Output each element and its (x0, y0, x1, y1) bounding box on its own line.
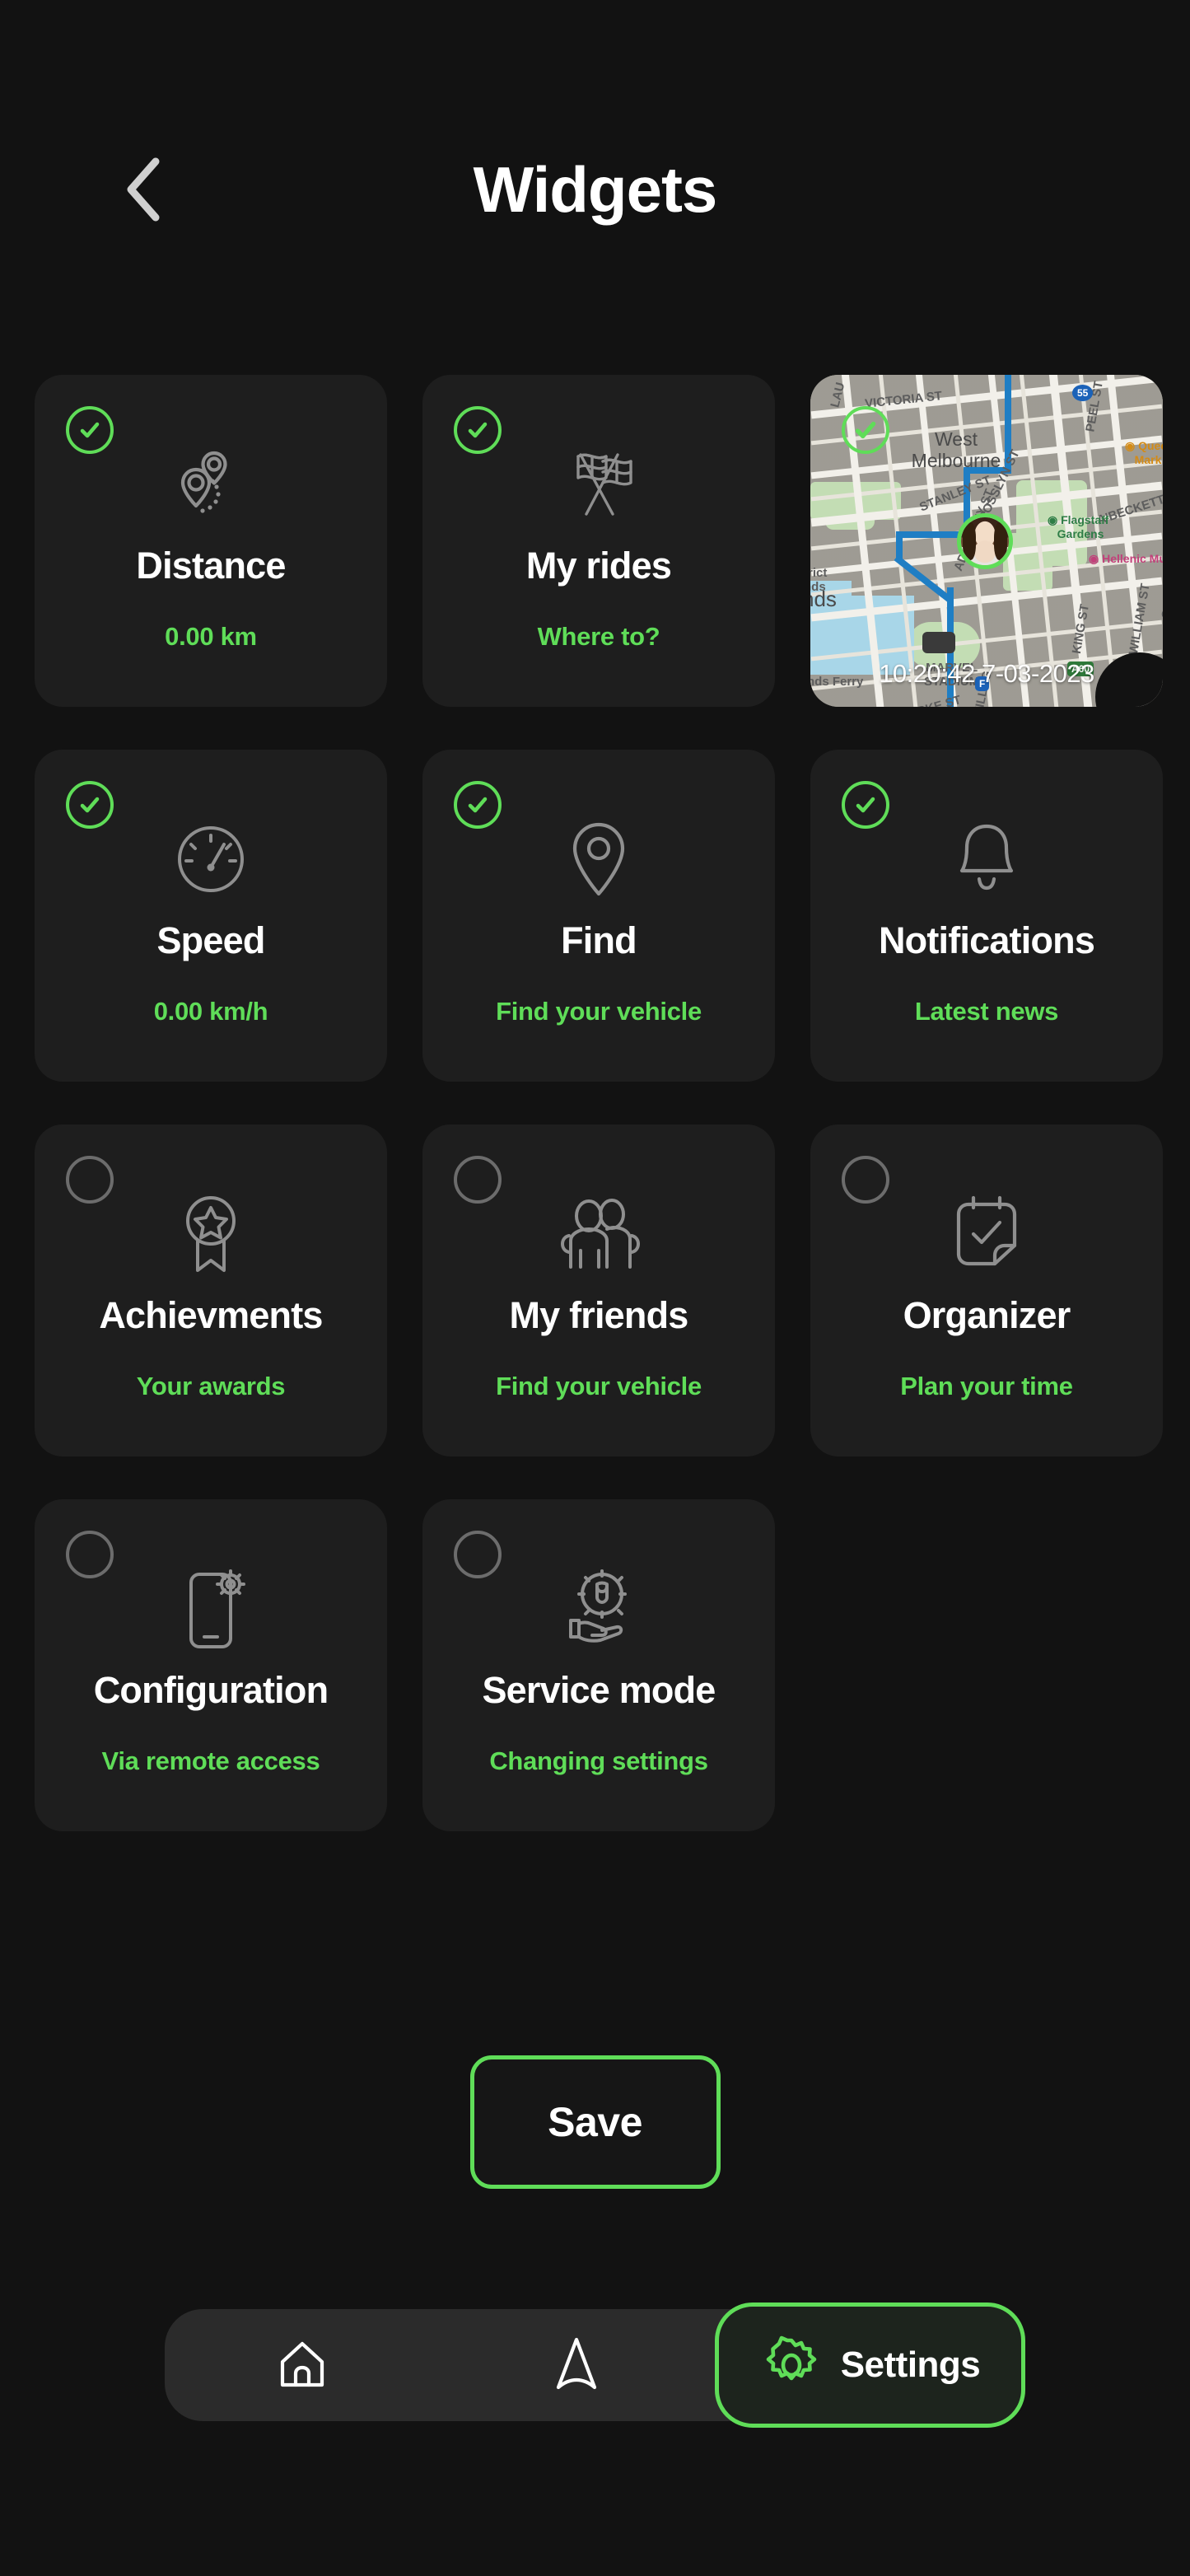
header: Widgets (0, 132, 1190, 247)
widget-title: Notifications (810, 921, 1163, 960)
check-icon (77, 417, 103, 443)
checkbox-find[interactable] (454, 781, 502, 829)
widget-subtitle: Find your vehicle (422, 997, 775, 1026)
page-title: Widgets (0, 157, 1190, 222)
check-icon (464, 417, 491, 443)
gear-icon (760, 2334, 823, 2396)
widget-subtitle: Latest news (810, 997, 1163, 1026)
nav-item-navigate[interactable] (439, 2309, 713, 2421)
widget-card-distance[interactable]: Distance 0.00 km (35, 375, 387, 707)
widget-title: Configuration (35, 1671, 387, 1709)
widget-title: Distance (35, 546, 387, 585)
checkbox-distance[interactable] (66, 406, 114, 454)
save-area: Save (0, 2055, 1190, 2189)
widget-card-my-friends[interactable]: My friends Find your vehicle (422, 1124, 775, 1456)
checkbox-live-map[interactable] (842, 406, 889, 454)
check-icon (852, 792, 879, 818)
check-icon (464, 792, 491, 818)
widget-card-live-map[interactable]: WestMelbourne VICTORIA ST PEEL ST STANLE… (810, 375, 1163, 707)
checkbox-my-rides[interactable] (454, 406, 502, 454)
chevron-left-icon (121, 155, 167, 224)
widget-card-notifications[interactable]: Notifications Latest news (810, 750, 1163, 1082)
widget-card-speed[interactable]: Speed 0.00 km/h (35, 750, 387, 1082)
bottom-navigation: Settings (165, 2303, 1025, 2428)
widget-card-service-mode[interactable]: Service mode Changing settings (422, 1499, 775, 1831)
widget-subtitle: Where to? (422, 622, 775, 652)
checkbox-configuration[interactable] (66, 1531, 114, 1578)
widget-card-configuration[interactable]: Configuration Via remote access (35, 1499, 387, 1831)
widget-card-organizer[interactable]: Organizer Plan your time (810, 1124, 1163, 1456)
checkbox-service-mode[interactable] (454, 1531, 502, 1578)
home-icon (273, 2335, 332, 2395)
widget-title: Organizer (810, 1296, 1163, 1335)
widget-card-find[interactable]: Find Find your vehicle (422, 750, 775, 1082)
back-button[interactable] (115, 157, 173, 222)
check-icon (852, 416, 880, 444)
nav-item-settings[interactable]: Settings (715, 2303, 1025, 2428)
checkbox-speed[interactable] (66, 781, 114, 829)
user-avatar (957, 513, 1013, 569)
save-button[interactable]: Save (470, 2055, 721, 2189)
widget-title: Service mode (422, 1671, 775, 1709)
widget-subtitle: Plan your time (810, 1372, 1163, 1401)
widget-title: Find (422, 921, 775, 960)
checkbox-achievments[interactable] (66, 1156, 114, 1204)
nav-item-home[interactable] (165, 2309, 439, 2421)
widget-title: Speed (35, 921, 387, 960)
widget-card-achievments[interactable]: Achievments Your awards (35, 1124, 387, 1456)
widget-subtitle: 0.00 km (35, 622, 387, 652)
navigation-arrow-icon (547, 2333, 606, 2397)
widget-subtitle: Via remote access (35, 1746, 387, 1776)
widget-title: My friends (422, 1296, 775, 1335)
widget-title: Achievments (35, 1296, 387, 1335)
nav-settings-label: Settings (841, 2345, 981, 2386)
widget-title: My rides (422, 546, 775, 585)
widgets-screen: Widgets (0, 0, 1190, 2576)
widget-subtitle: 0.00 km/h (35, 997, 387, 1026)
widget-subtitle: Your awards (35, 1372, 387, 1401)
checkbox-notifications[interactable] (842, 781, 889, 829)
widget-subtitle: Find your vehicle (422, 1372, 775, 1401)
widget-card-my-rides[interactable]: My rides Where to? (422, 375, 775, 707)
check-icon (77, 792, 103, 818)
checkbox-organizer[interactable] (842, 1156, 889, 1204)
widget-grid: Distance 0.00 km (35, 375, 1164, 1831)
widget-subtitle: Changing settings (422, 1746, 775, 1776)
checkbox-my-friends[interactable] (454, 1156, 502, 1204)
